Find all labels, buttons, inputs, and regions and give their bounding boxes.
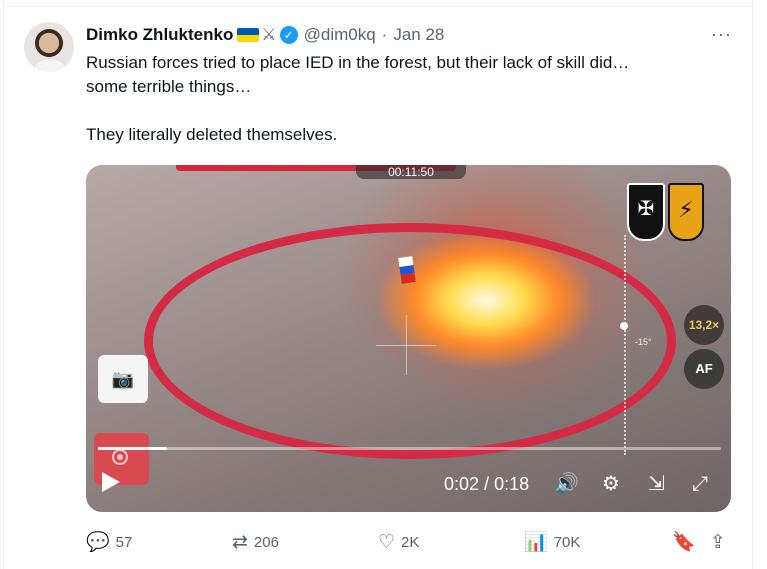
- crossed-swords-icon: ⚔: [261, 25, 277, 44]
- reply-button[interactable]: 💬 57: [86, 528, 132, 558]
- time-separator: /: [479, 474, 495, 494]
- zoom-level-badge: 13,2×: [684, 305, 724, 345]
- autofocus-badge: AF: [684, 349, 724, 389]
- video-progress-fill: [98, 447, 167, 450]
- volume-icon[interactable]: 🔊: [554, 472, 579, 496]
- video-progress-bar[interactable]: [98, 447, 721, 450]
- heart-icon: ♡: [378, 532, 396, 553]
- video-player[interactable]: 00:11:50 -15° ✠ ⚡ 13,2× AF 📷 0:02 / 0:18…: [86, 165, 731, 512]
- reply-icon: 💬: [86, 532, 110, 553]
- tweet-date[interactable]: Jan 28: [393, 25, 444, 45]
- popout-icon[interactable]: ⇲: [648, 472, 665, 496]
- current-time: 0:02: [444, 474, 480, 494]
- avatar[interactable]: [24, 22, 74, 72]
- frame-border-right: [752, 0, 753, 569]
- avatar-shirt: [33, 58, 67, 72]
- views-count: 70K: [553, 534, 581, 551]
- tweet-text: Russian forces tried to place IED in the…: [86, 51, 736, 147]
- views-button[interactable]: 📊 70K: [524, 528, 580, 558]
- author-handle[interactable]: @dim0kq: [304, 25, 376, 45]
- tweet-text-line: some terrible things…: [86, 77, 252, 96]
- header-separator: ·: [381, 25, 388, 44]
- altitude-scale: [624, 235, 628, 455]
- hud-timer: 00:11:50: [356, 165, 466, 179]
- repost-button[interactable]: ⇄ 206: [232, 528, 279, 558]
- crosshair-vertical: [406, 315, 407, 375]
- record-icon: [112, 449, 128, 465]
- verified-badge-icon[interactable]: ✓: [279, 26, 298, 44]
- play-icon[interactable]: [102, 472, 120, 492]
- like-button[interactable]: ♡ 2K: [378, 528, 419, 558]
- tweet-text-line: Russian forces tried to place IED in the…: [86, 53, 630, 72]
- bookmark-icon: 🔖: [672, 532, 696, 553]
- video-time: 0:02 / 0:18: [444, 474, 529, 495]
- reply-count: 57: [115, 534, 133, 551]
- tweet-header: Dimko Zhluktenko ⚔ ✓ @dim0kq · Jan 28: [86, 24, 444, 46]
- scale-marker: [620, 322, 628, 330]
- tweet-text-line: They literally deleted themselves.: [86, 125, 338, 144]
- views-icon: 📊: [524, 532, 548, 553]
- frame-border-left: [3, 0, 4, 569]
- fullscreen-icon[interactable]: ⤢: [692, 472, 708, 496]
- settings-icon[interactable]: ⚙: [602, 472, 620, 496]
- repost-icon: ⇄: [232, 532, 248, 553]
- tweet-actions: 💬 57 ⇄ 206 ♡ 2K 📊 70K 🔖 ⇪: [0, 528, 767, 558]
- unit-emblem-icon: ✠: [627, 183, 665, 241]
- repost-count: 206: [253, 534, 279, 551]
- bookmark-button[interactable]: 🔖: [672, 528, 702, 558]
- more-options-icon[interactable]: ···: [711, 24, 732, 45]
- ukraine-flag-icon: [237, 28, 260, 42]
- unit-emblem-icon: ⚡: [668, 183, 704, 241]
- like-count: 2K: [401, 534, 420, 551]
- author-name[interactable]: Dimko Zhluktenko: [86, 25, 233, 45]
- frame-border-top: [3, 6, 753, 7]
- camera-icon: 📷: [98, 355, 148, 403]
- duration: 0:18: [494, 474, 530, 494]
- degree-label: -15°: [635, 337, 652, 347]
- share-button[interactable]: ⇪: [710, 528, 732, 558]
- share-icon: ⇪: [710, 532, 726, 553]
